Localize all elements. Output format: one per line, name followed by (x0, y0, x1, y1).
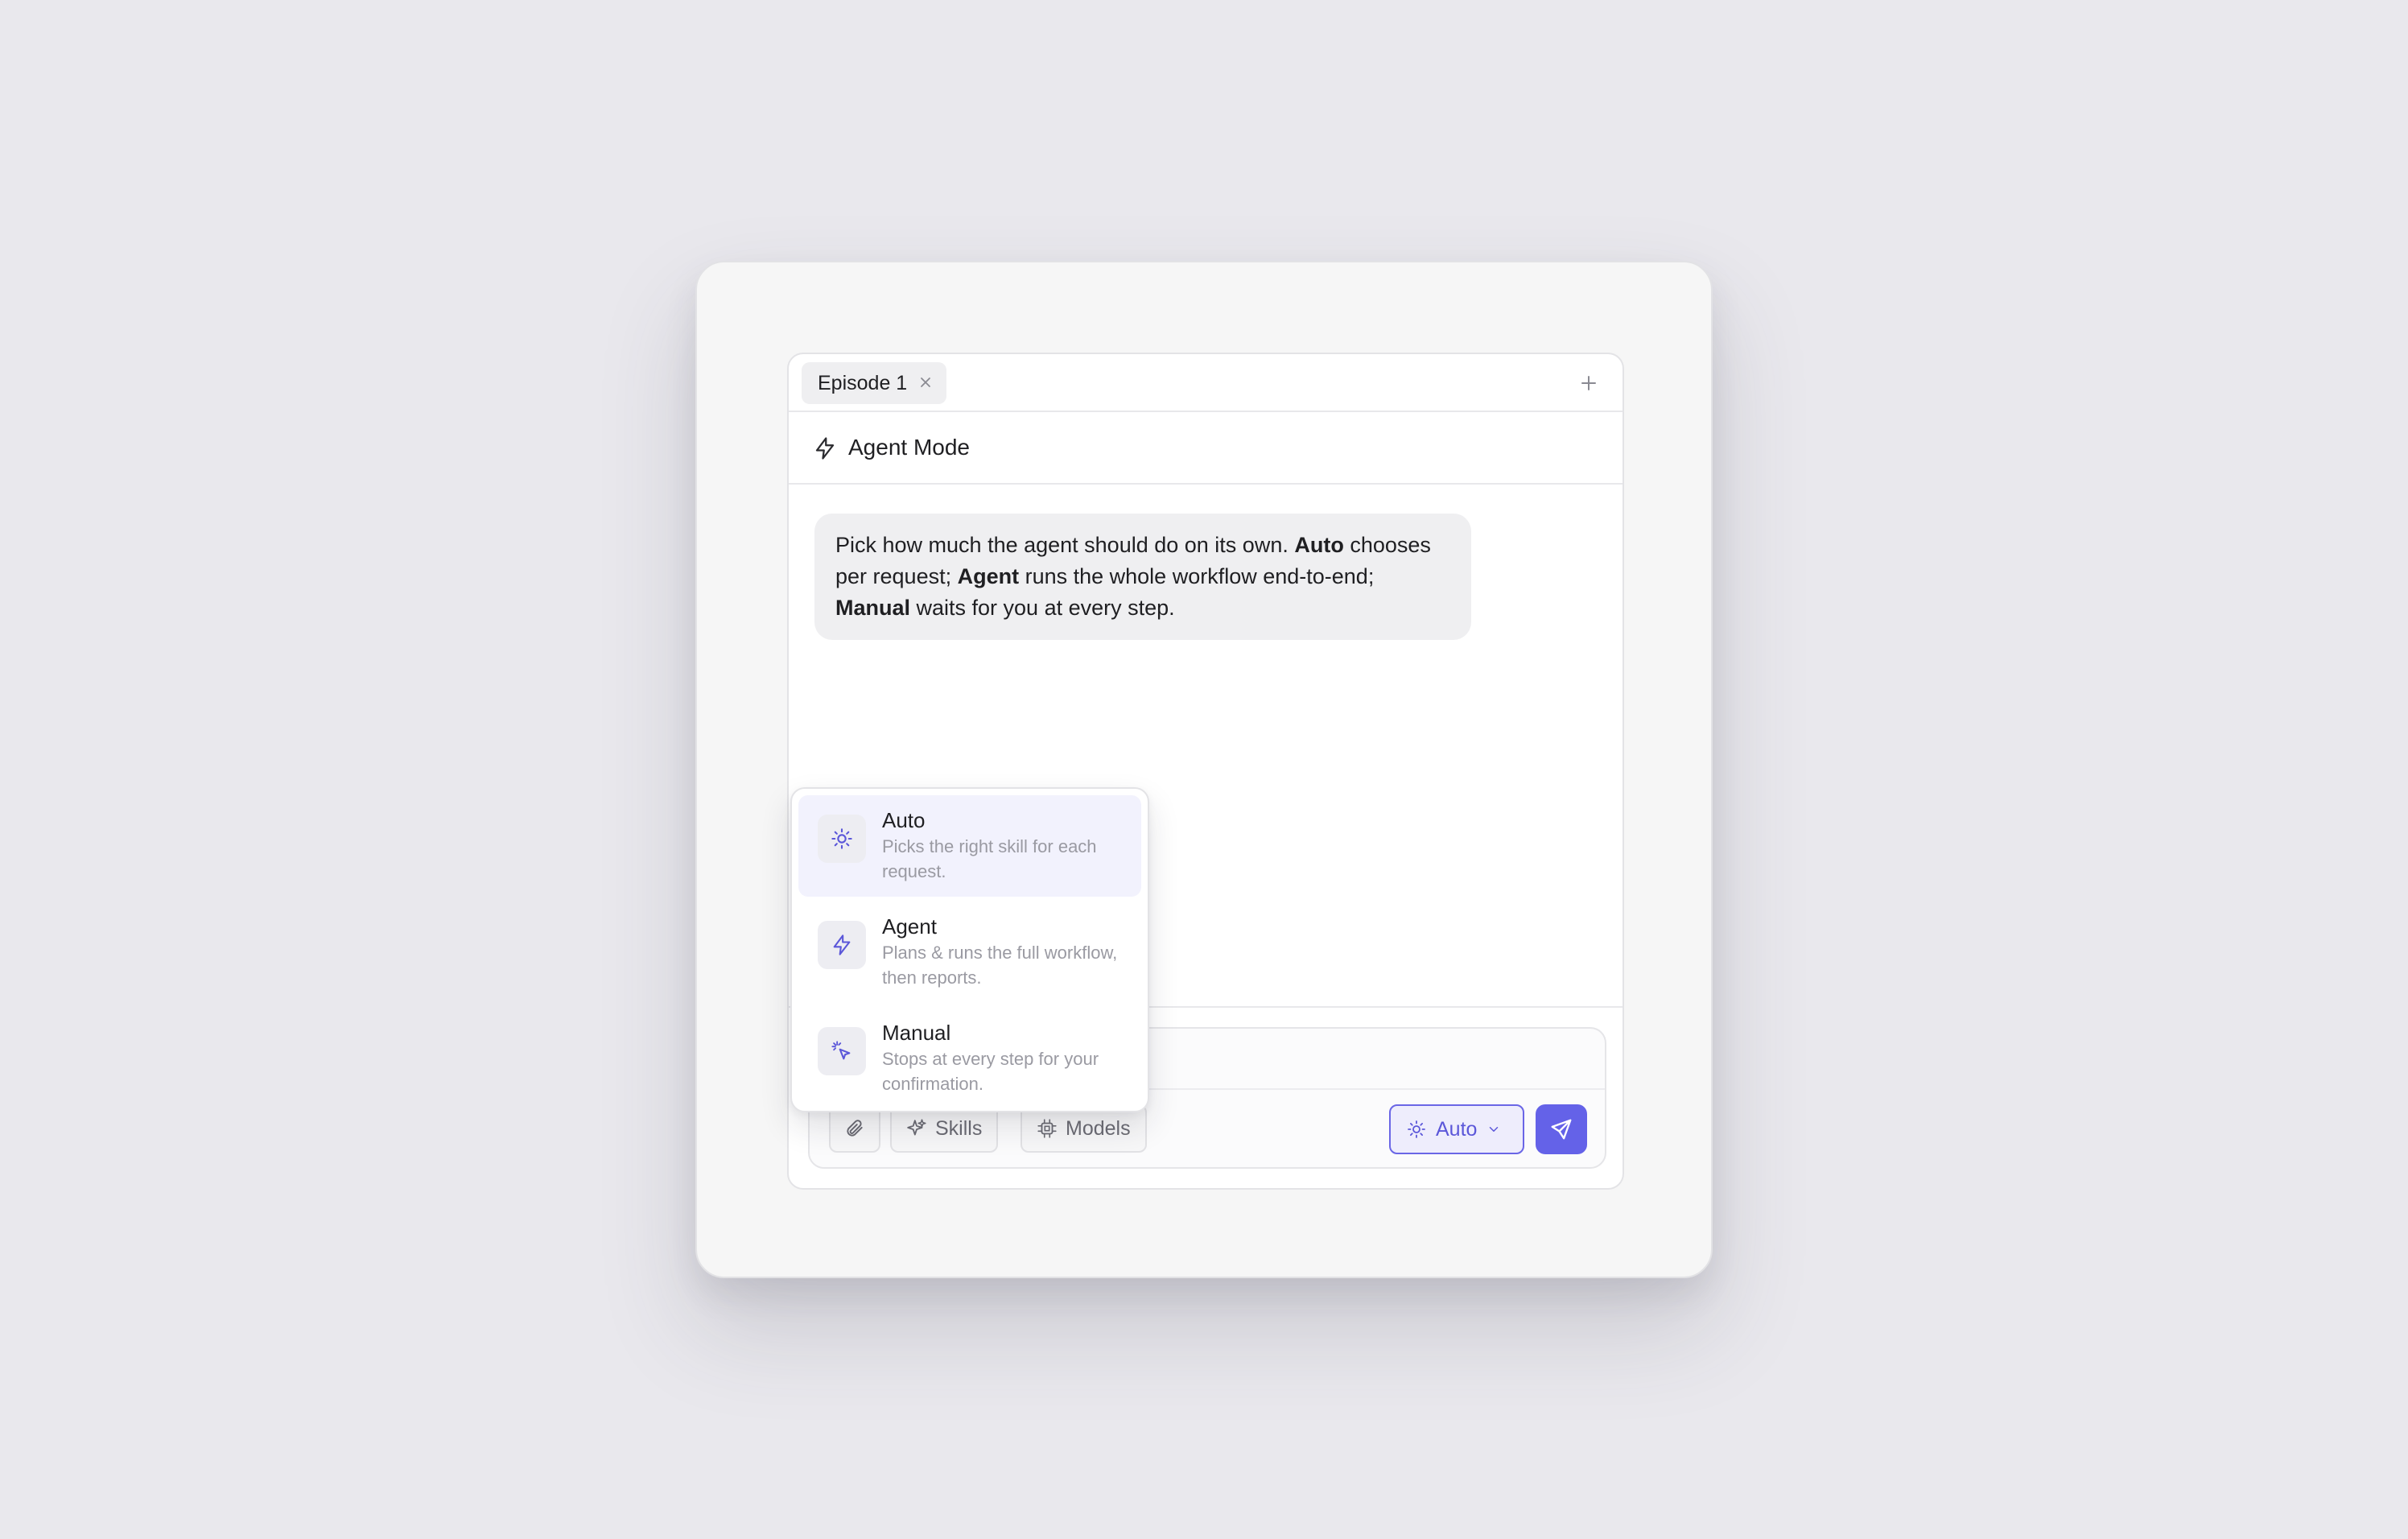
send-icon (1551, 1119, 1572, 1140)
mode-option-manual[interactable]: Manual Stops at every step for your conf… (798, 1008, 1141, 1109)
new-tab-plus-icon[interactable] (1577, 372, 1600, 394)
chat-panel: Episode 1 Agent Mode Pick how much the a… (787, 353, 1624, 1190)
chevron-down-icon (1490, 1127, 1499, 1132)
cursor-click-icon (818, 1027, 866, 1075)
mode-header: Agent Mode (789, 412, 1623, 485)
mode-option-description: Plans & runs the full workflow, then rep… (882, 943, 1118, 988)
mode-option-label: Manual (882, 1021, 951, 1045)
tab-label: Episode 1 (818, 371, 908, 394)
skills-label: Skills (935, 1116, 983, 1140)
assistant-message: Pick how much the agent should do on its… (814, 514, 1471, 640)
message-emphasis: Agent (957, 564, 1020, 588)
tab-bar: Episode 1 (789, 354, 1623, 412)
mode-option-auto[interactable]: Auto Picks the right skill for each requ… (798, 795, 1141, 897)
sparkles-icon (907, 1119, 926, 1136)
chip-icon (1037, 1119, 1057, 1138)
sun-icon (818, 815, 866, 863)
message-text: Pick how much the agent should do on its… (835, 533, 1295, 557)
tab-episode-1[interactable]: Episode 1 (802, 362, 946, 404)
page-title: Agent Mode (848, 435, 970, 460)
message-text: runs the whole workflow end-to-end; (1019, 564, 1375, 588)
mode-option-description: Stops at every step for your confirmatio… (882, 1049, 1099, 1094)
message-text: waits for you at every step. (910, 596, 1175, 620)
message-emphasis: Auto (1294, 533, 1344, 557)
models-label: Models (1066, 1116, 1131, 1140)
mode-option-description: Picks the right skill for each request. (882, 836, 1097, 881)
mode-select-button[interactable]: Auto (1389, 1104, 1524, 1154)
mode-option-label: Auto (882, 808, 926, 832)
send-button[interactable] (1536, 1104, 1587, 1154)
bolt-icon (813, 436, 837, 460)
sun-icon (1408, 1120, 1425, 1138)
close-tab-icon[interactable] (916, 373, 935, 392)
app-window: Episode 1 Agent Mode Pick how much the a… (695, 261, 1713, 1278)
mode-option-agent[interactable]: Agent Plans & runs the full workflow, th… (798, 902, 1141, 1003)
mode-dropdown-menu: Auto Picks the right skill for each requ… (790, 787, 1149, 1112)
mode-option-label: Agent (882, 914, 937, 939)
paperclip-icon (847, 1120, 863, 1137)
mode-label: Auto (1436, 1117, 1478, 1141)
bolt-icon (818, 921, 866, 969)
message-emphasis: Manual (835, 596, 911, 620)
